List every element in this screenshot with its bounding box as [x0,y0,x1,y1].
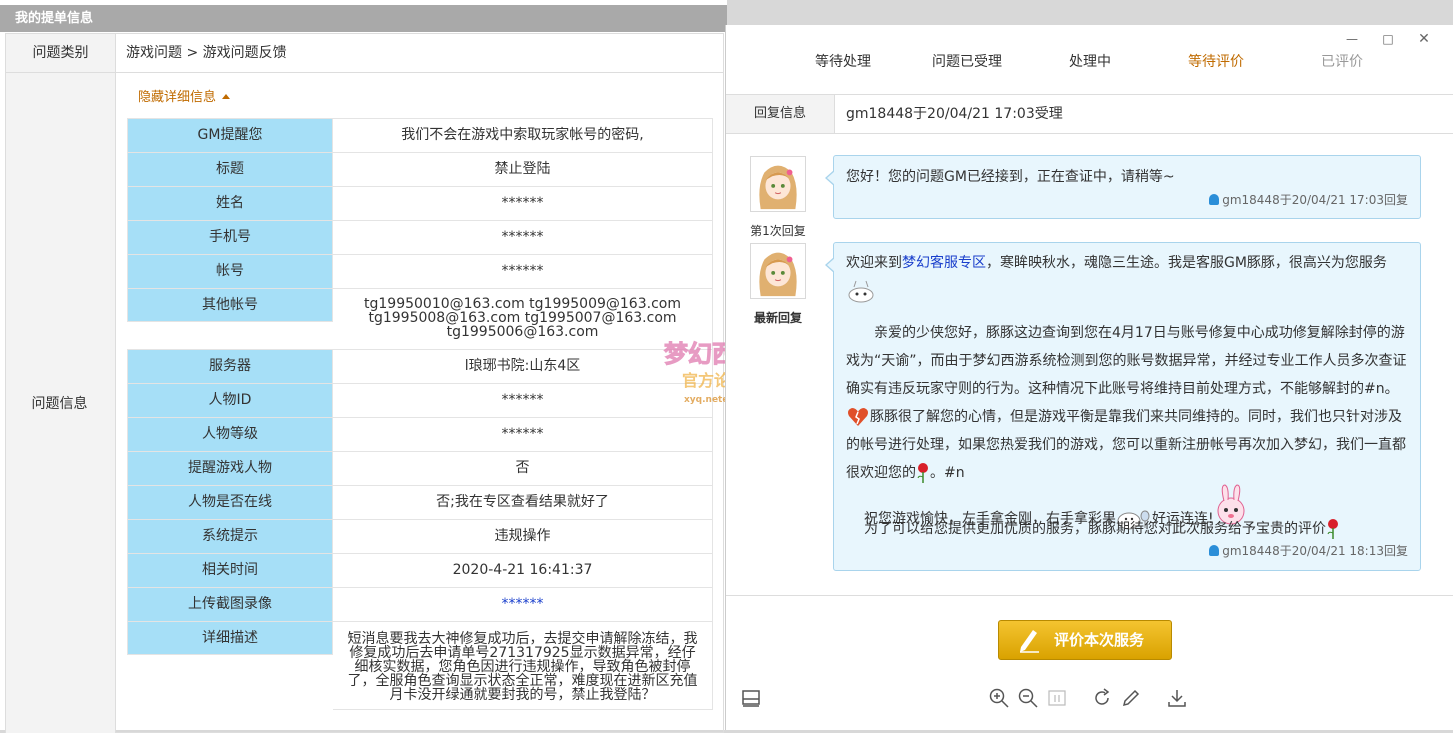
row-value-server: l琅琊书院:山东4区 [333,349,713,384]
rabbit-emoji-icon [848,280,874,303]
download-icon[interactable] [1166,687,1188,709]
progress-steps: 等待处理 问题已受理 处理中 等待评价 已评价 [726,51,1453,75]
reply-bubble-1: 您好！您的问题GM已经接到，正在查证中，请稍等~ gm18448于20/04/2… [825,155,1421,219]
row-label-server: 服务器 [127,349,333,384]
row-value-system-hint: 违规操作 [333,519,713,554]
step-rated: 已评价 [1321,54,1363,70]
gm-avatar [750,243,806,299]
service-zone-link[interactable]: 梦幻客服专区 [902,255,986,271]
reply-info-text: gm18448于20/04/21 17:03受理 [846,106,1063,122]
reply-2-p2: 亲爱的少侠您好，豚豚这边查询到您在4月17日与账号修复中心成功修复解除封停的游戏… [846,325,1407,397]
reply-2-p2c: 。#n [930,465,965,481]
row-label-role-level: 人物等级 [127,417,333,452]
category-value: 游戏问题 > 游戏问题反馈 [126,45,287,61]
viewer-toolbar [726,675,1453,723]
row-value-role-level: ****** [333,417,713,452]
edit-icon[interactable] [1120,687,1142,709]
reply-2-sig-text: gm18448于20/04/21 18:13回复 [1222,544,1408,558]
gm-avatar [750,156,806,212]
rate-service-label: 评价本次服务 [1053,631,1144,649]
panel-toggle-icon[interactable] [740,687,762,709]
user-icon [1209,194,1220,205]
reply-2-main: 亲爱的少侠您好，豚豚这边查询到您在4月17日与账号修复中心成功修复解除封停的游戏… [846,319,1410,487]
row-label-description: 详细描述 [127,621,333,655]
row-label-gm: GM提醒您 [127,118,333,153]
reply-window: — □ ✕ 等待处理 问题已受理 处理中 等待评价 已评价 回复信息 gm184… [725,25,1453,730]
row-label-online: 人物是否在线 [127,485,333,520]
step-accepted: 问题已受理 [932,54,1002,70]
welcome-pre: 欢迎来到 [846,255,902,271]
reply-1-signature: gm18448于20/04/21 17:03回复 [1209,191,1408,208]
maximize-icon[interactable]: □ [1378,29,1398,49]
category-label: 问题类别 [6,34,116,72]
caret-up-icon [222,94,231,99]
row-label-phone: 手机号 [127,220,333,255]
reply-info-label: 回复信息 [726,95,835,133]
close-icon[interactable]: ✕ [1414,29,1434,49]
step-processing: 处理中 [1069,54,1111,70]
broken-heart-icon [848,408,868,426]
zoom-out-icon[interactable] [1017,687,1039,709]
row-value-gm: 我们不会在游戏中索取玩家帐号的密码, [333,118,713,153]
row-value-time: 2020-4-21 16:41:37 [333,553,713,588]
row-value-upload-link[interactable]: ****** [333,587,713,622]
row-value-description: 短消息要我去大神修复成功后，去提交申请解除冻结，我修复成功后去申请单号27131… [333,621,713,710]
reply-caption-1: 第1次回复 [750,224,806,238]
zoom-in-icon[interactable] [988,687,1010,709]
rose-icon [1327,519,1338,539]
category-row: 问题类别 游戏问题 > 游戏问题反馈 [5,33,724,73]
row-label-title: 标题 [127,152,333,187]
row-value-name: ****** [333,186,713,221]
toggle-label: 隐藏详细信息 [138,90,217,105]
pencil-icon [1020,630,1039,653]
step-await-rating: 等待评价 [1188,54,1244,70]
welcome-post: ，寒眸映秋水，魂隐三生途。我是客服GM豚豚，很高兴为您服务 [986,255,1387,271]
row-label-role-id: 人物ID [127,383,333,418]
row-value-account: ****** [333,254,713,289]
reply-caption-latest: 最新回复 [753,311,802,325]
row-value-other-accounts: tg19950010@163.com tg1995009@163.com tg1… [333,288,713,350]
row-label-remind: 提醒游戏人物 [127,451,333,486]
reply-bubble-2: 欢迎来到梦幻客服专区，寒眸映秋水，魂隐三生途。我是客服GM豚豚，很高兴为您服务 … [825,242,1421,571]
row-value-role-id: ****** [333,383,713,418]
row-label-account: 帐号 [127,254,333,289]
actual-size-icon[interactable] [1046,687,1068,709]
row-label-time: 相关时间 [127,553,333,588]
divider [726,595,1453,596]
row-value-online: 否;我在专区查看结果就好了 [333,485,713,520]
row-label-name: 姓名 [127,186,333,221]
step-waiting: 等待处理 [815,54,871,70]
reply-1-text: 您好！您的问题GM已经接到，正在查证中，请稍等~ [846,169,1175,185]
rose-icon [917,463,928,483]
reply-2-p4: 为了可以给您提供更加优质的服务，豚豚期待您对此次服务给予宝贵的评价 [864,521,1326,537]
hide-details-toggle[interactable]: 隐藏详细信息 [138,86,231,105]
row-value-title: 禁止登陆 [333,152,713,187]
reply-2-closing: 为了可以给您提供更加优质的服务，豚豚期待您对此次服务给予宝贵的评价 [864,515,1410,543]
reply-1-sig-text: gm18448于20/04/21 17:03回复 [1222,193,1408,207]
reply-2-welcome: 欢迎来到梦幻客服专区，寒眸映秋水，魂隐三生途。我是客服GM豚豚，很高兴为您服务 [846,249,1410,305]
row-value-phone: ****** [333,220,713,255]
user-icon [1209,545,1220,556]
row-value-remind: 否 [333,451,713,486]
window-controls: — □ ✕ [1314,25,1453,53]
minimize-icon[interactable]: — [1342,29,1362,49]
row-label-system-hint: 系统提示 [127,519,333,554]
rate-service-button[interactable]: 评价本次服务 [998,620,1172,660]
info-label-text: 问题信息 [31,396,88,412]
row-label-other-accounts: 其他帐号 [127,288,333,322]
reply-info-bar: 回复信息 gm18448于20/04/21 17:03受理 [726,94,1453,134]
row-label-upload: 上传截图录像 [127,587,333,622]
panel-title: 我的提单信息 [0,5,727,32]
rotate-icon[interactable] [1091,687,1113,709]
ticket-info-panel: 我的提单信息 问题类别 游戏问题 > 游戏问题反馈 问题信息 隐藏详细信息 GM… [0,0,794,733]
reply-2-signature: gm18448于20/04/21 18:13回复 [1209,542,1408,559]
